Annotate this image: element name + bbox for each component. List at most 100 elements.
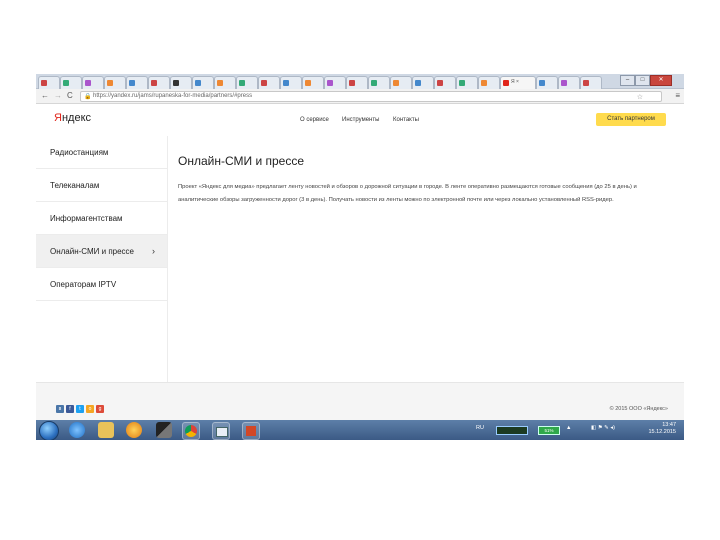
twitter-icon[interactable]: t <box>76 405 84 413</box>
become-partner-button[interactable]: Стать партнером <box>596 113 666 126</box>
network-meter[interactable] <box>496 426 528 435</box>
system-clock[interactable]: 13:47 15.12.2015 <box>648 422 676 436</box>
tab-favicon-icon <box>583 80 589 86</box>
tab-favicon-icon <box>393 80 399 86</box>
browser-menu-icon[interactable]: ≡ <box>675 91 680 100</box>
browser-tab[interactable] <box>214 76 236 89</box>
bookmark-star-icon[interactable]: ☆ <box>637 93 643 101</box>
internet-explorer-icon[interactable] <box>69 422 85 438</box>
presentation-taskbar-button[interactable] <box>242 422 260 440</box>
browser-tab[interactable] <box>434 76 456 89</box>
tab-strip: Я × – □ ✕ <box>36 74 684 89</box>
copyright-text: © 2015 ООО «Яндекс» <box>609 406 668 412</box>
chrome-icon <box>185 425 197 437</box>
tab-close-icon[interactable]: Я × <box>511 79 519 85</box>
battery-indicator[interactable]: 51% <box>538 426 560 435</box>
tab-favicon-icon <box>305 80 311 86</box>
sidebar: Радиостанциям Телеканалам Информагентств… <box>36 136 168 382</box>
tray-arrow-icon[interactable]: ▲ <box>566 425 571 431</box>
page-title: Онлайн-СМИ и прессе <box>178 154 305 168</box>
browser-tab[interactable] <box>82 76 104 89</box>
browser-tab[interactable] <box>478 76 500 89</box>
powerpoint-icon <box>246 426 256 436</box>
browser-tab[interactable] <box>412 76 434 89</box>
browser-tab[interactable] <box>580 76 602 89</box>
sidebar-item-iptv[interactable]: Операторам IPTV <box>36 268 167 301</box>
browser-tab[interactable] <box>126 76 148 89</box>
footer: в f t о g © 2015 ООО «Яндекс» <box>36 382 684 421</box>
browser-tab[interactable] <box>346 76 368 89</box>
browser-tab[interactable] <box>258 76 280 89</box>
window-taskbar-button[interactable] <box>212 422 230 440</box>
yandex-logo[interactable]: Яндекс <box>54 112 91 124</box>
back-arrow-icon[interactable]: ← <box>41 91 49 101</box>
sidebar-item-label: Телеканалам <box>50 181 100 190</box>
start-button[interactable] <box>39 421 59 440</box>
tab-favicon-icon <box>151 80 157 86</box>
sidebar-item-label: Онлайн-СМИ и прессе <box>50 247 135 256</box>
tab-favicon-icon <box>371 80 377 86</box>
url-text: https://yandex.ru/jams/rupaneska-for-med… <box>93 93 253 99</box>
browser-tab[interactable] <box>104 76 126 89</box>
app-icon[interactable] <box>156 422 172 438</box>
tab-favicon-icon <box>539 80 545 86</box>
browser-tab[interactable] <box>456 76 478 89</box>
tab-favicon-icon <box>459 80 465 86</box>
minimize-button[interactable]: – <box>620 75 635 86</box>
tab-favicon-icon <box>503 80 509 86</box>
browser-tab[interactable] <box>536 76 558 89</box>
maximize-button[interactable]: □ <box>635 75 650 86</box>
tab-favicon-icon <box>217 80 223 86</box>
sidebar-item-label: Операторам IPTV <box>50 280 117 289</box>
tray-icons[interactable]: ◧ ⚑ ✎ ◂) <box>591 425 615 431</box>
facebook-icon[interactable]: f <box>66 405 74 413</box>
tab-favicon-icon <box>173 80 179 86</box>
reload-icon[interactable]: C <box>67 91 73 101</box>
sidebar-item-agencies[interactable]: Информагентствам <box>36 202 167 235</box>
browser-tab[interactable] <box>368 76 390 89</box>
url-input[interactable]: 🔒 https://yandex.ru/jams/rupaneska-for-m… <box>80 91 662 102</box>
nav-contacts-link[interactable]: Контакты <box>393 117 419 123</box>
tab-favicon-icon <box>283 80 289 86</box>
sidebar-item-online-media[interactable]: Онлайн-СМИ и прессе › <box>36 235 167 268</box>
browser-tab[interactable] <box>558 76 580 89</box>
folder-icon[interactable] <box>98 422 114 438</box>
browser-window: Я × – □ ✕ ← → C 🔒 https://yandex.ru/jams… <box>36 74 684 440</box>
page-description: Проект «Яндекс для медиа» предлагает лен… <box>178 184 637 203</box>
sidebar-item-tv[interactable]: Телеканалам <box>36 169 167 202</box>
tab-favicon-icon <box>415 80 421 86</box>
tab-favicon-icon <box>437 80 443 86</box>
browser-tab[interactable] <box>148 76 170 89</box>
chrome-taskbar-button[interactable] <box>182 422 200 440</box>
browser-tab[interactable] <box>236 76 258 89</box>
browser-tab[interactable] <box>280 76 302 89</box>
browser-tab[interactable] <box>170 76 192 89</box>
windows-taskbar: RU 51% ▲ ◧ ⚑ ✎ ◂) 13:47 15.12.2015 <box>36 420 684 440</box>
browser-tab[interactable] <box>324 76 346 89</box>
sidebar-item-radio[interactable]: Радиостанциям <box>36 136 167 169</box>
nav-about-link[interactable]: О сервисе <box>300 117 329 123</box>
browser-tab[interactable] <box>302 76 324 89</box>
browser-tab[interactable] <box>192 76 214 89</box>
sidebar-item-label: Информагентствам <box>50 214 123 223</box>
nav-tools-link[interactable]: Инструменты <box>342 117 379 123</box>
browser-tab[interactable] <box>38 76 60 89</box>
browser-tab[interactable] <box>390 76 412 89</box>
forward-arrow-icon[interactable]: → <box>54 91 62 101</box>
vk-icon[interactable]: в <box>56 405 64 413</box>
sidebar-item-label: Радиостанциям <box>50 148 109 157</box>
tray-language[interactable]: RU <box>476 425 484 431</box>
google-plus-icon[interactable]: g <box>96 405 104 413</box>
address-bar: ← → C 🔒 https://yandex.ru/jams/rupaneska… <box>36 89 684 104</box>
tab-favicon-icon <box>195 80 201 86</box>
browser-tab-active[interactable]: Я × <box>500 76 536 89</box>
lock-icon: 🔒 <box>84 94 92 100</box>
media-player-icon[interactable] <box>126 422 142 438</box>
tab-favicon-icon <box>239 80 245 86</box>
browser-tab[interactable] <box>60 76 82 89</box>
tab-favicon-icon <box>349 80 355 86</box>
tab-favicon-icon <box>261 80 267 86</box>
close-button[interactable]: ✕ <box>650 75 672 86</box>
odnoklassniki-icon[interactable]: о <box>86 405 94 413</box>
chevron-right-icon: › <box>152 246 155 256</box>
